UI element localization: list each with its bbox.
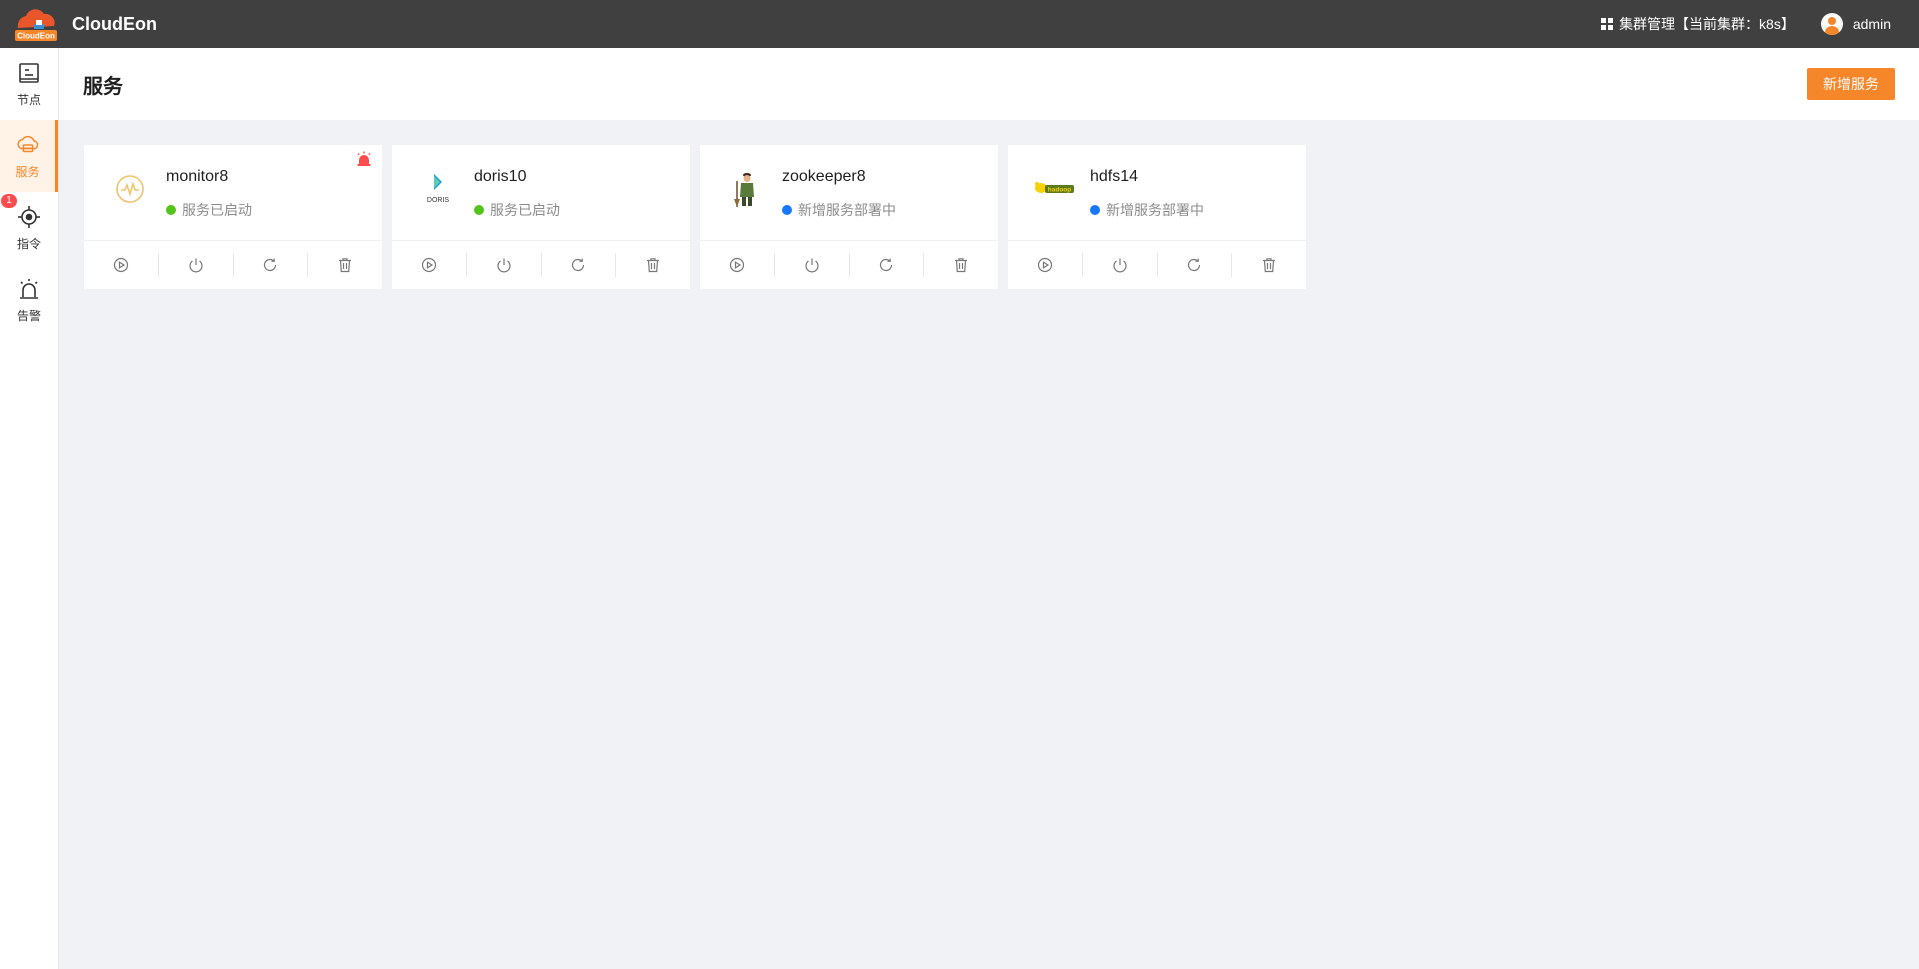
logo-text: CloudEon (17, 32, 55, 41)
status-text: 服务已启动 (182, 202, 252, 218)
grid-icon (1601, 18, 1614, 30)
restart-button[interactable] (234, 253, 309, 277)
restart-button[interactable] (850, 253, 925, 277)
brand-name[interactable]: CloudEon (72, 14, 157, 35)
cluster-switcher[interactable]: 集群管理【当前集群：k8s】 (1601, 14, 1795, 34)
status-dot (166, 205, 176, 215)
service-card[interactable]: monitor8 服务已启动 (84, 145, 382, 289)
hadoop-logo: hadoop (1030, 165, 1078, 213)
reload-icon (880, 258, 893, 272)
service-name[interactable]: zookeeper8 (782, 168, 896, 186)
cluster-label: 集群管理【当前集群：k8s】 (1619, 16, 1795, 32)
avatar-icon (1820, 13, 1843, 35)
command-count-badge: 1 (1, 194, 17, 208)
service-card[interactable]: zookeeper8 新增服务部署中 (700, 145, 998, 289)
reload-icon (1188, 258, 1201, 272)
restart-button[interactable] (1158, 253, 1233, 277)
stop-button[interactable] (467, 253, 542, 277)
power-icon (805, 258, 819, 273)
page-title: 服务 (83, 75, 123, 98)
trash-icon (955, 258, 968, 273)
command-icon (17, 205, 41, 229)
status-dot (1090, 205, 1100, 215)
sidebar-item-label: 指令 (16, 236, 41, 251)
status-dot (474, 205, 484, 215)
sidebar-item-label: 告警 (16, 308, 41, 323)
stop-button[interactable] (1083, 253, 1158, 277)
sidebar-item-label: 节点 (16, 92, 41, 107)
delete-button[interactable] (616, 253, 690, 277)
start-button[interactable] (84, 253, 159, 277)
service-card[interactable]: DORIS doris10 服务已启动 (392, 145, 690, 289)
sidebar-item-services[interactable]: 服务 (0, 120, 58, 192)
delete-button[interactable] (924, 253, 998, 277)
status-text: 新增服务部署中 (798, 202, 896, 218)
service-card[interactable]: hadoop hdfs14 新增服务部署中 (1008, 145, 1306, 289)
play-circle-icon (729, 257, 744, 273)
trash-icon (647, 258, 660, 273)
start-button[interactable] (700, 253, 775, 277)
status-text: 新增服务部署中 (1106, 202, 1204, 218)
start-button[interactable] (1008, 253, 1083, 277)
sidebar-item-commands[interactable]: 1 指令 (0, 192, 58, 264)
reload-icon (264, 258, 277, 272)
play-circle-icon (1037, 257, 1052, 273)
play-circle-icon (113, 257, 128, 273)
service-name[interactable]: monitor8 (166, 168, 252, 186)
alarm-icon (17, 277, 41, 301)
trash-icon (1263, 258, 1276, 273)
trash-icon (339, 258, 352, 273)
sidebar-item-nodes[interactable]: 节点 (0, 48, 58, 120)
status-text: 服务已启动 (490, 202, 560, 218)
power-icon (1113, 258, 1127, 273)
stop-button[interactable] (159, 253, 234, 277)
status-dot (782, 205, 792, 215)
cloudeon-logo[interactable]: CloudEon (12, 4, 60, 44)
service-name[interactable]: hdfs14 (1090, 168, 1204, 186)
top-bar: CloudEon CloudEon 集群管理【当前集群：k8s】 admin (0, 0, 1919, 48)
service-name[interactable]: doris10 (474, 168, 560, 186)
power-icon (497, 258, 511, 273)
monitor-icon (106, 165, 154, 213)
alert-icon[interactable] (356, 151, 372, 172)
page-header: 服务 新增服务 (59, 48, 1919, 120)
sidebar: 节点 服务 1 指令 告警 (0, 48, 59, 969)
stop-button[interactable] (775, 253, 850, 277)
svg-text:DORIS: DORIS (427, 197, 450, 204)
delete-button[interactable] (308, 253, 382, 277)
restart-button[interactable] (542, 253, 617, 277)
username: admin (1852, 16, 1891, 32)
start-button[interactable] (392, 253, 467, 277)
svg-text:hadoop: hadoop (1048, 186, 1071, 193)
cloud-service-icon (16, 133, 40, 157)
zookeeper-logo (722, 165, 770, 213)
sidebar-item-label: 服务 (15, 164, 40, 179)
doris-logo: DORIS (414, 165, 462, 213)
reload-icon (572, 258, 585, 272)
user-menu[interactable]: admin (1820, 13, 1891, 35)
sidebar-item-alarms[interactable]: 告警 (0, 264, 58, 336)
power-icon (189, 258, 203, 273)
node-icon (17, 61, 41, 85)
service-card-list: monitor8 服务已启动 DORIS doris10 服务已启动 zooke… (84, 145, 1306, 289)
delete-button[interactable] (1232, 253, 1306, 277)
play-circle-icon (421, 257, 436, 273)
add-service-button[interactable]: 新增服务 (1807, 68, 1895, 100)
